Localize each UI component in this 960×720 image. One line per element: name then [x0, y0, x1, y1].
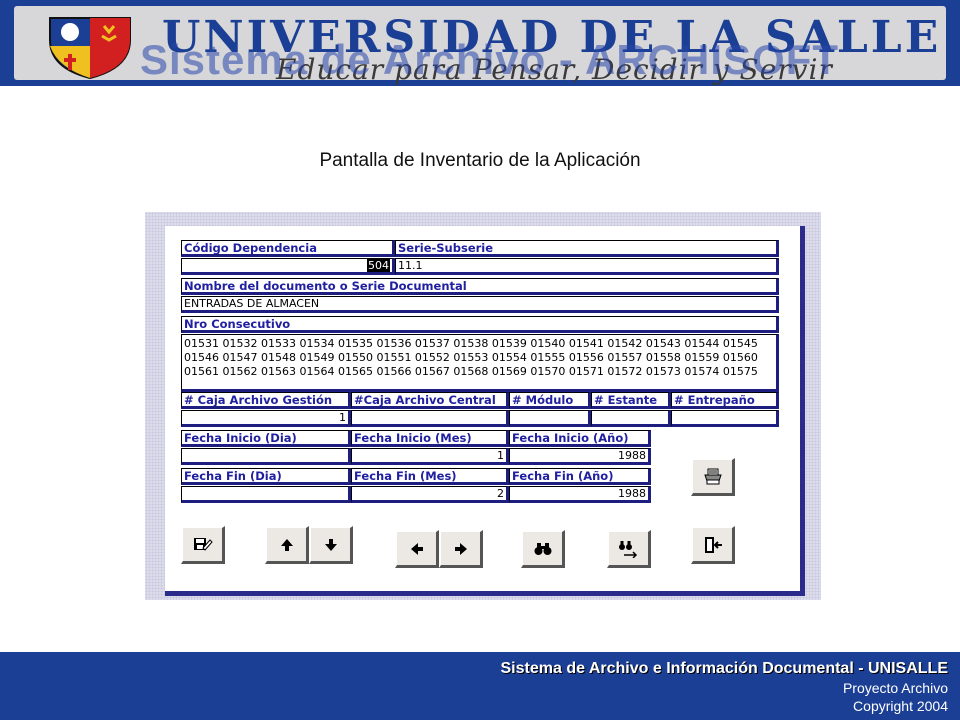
footer-project: Proyecto Archivo [842, 680, 948, 696]
fecha-inicio-ano-label: Fecha Inicio (Año) [509, 430, 651, 447]
fecha-fin-mes-field[interactable]: 2 [351, 486, 509, 503]
exit-button[interactable] [691, 526, 735, 564]
fecha-inicio-ano-field[interactable]: 1988 [509, 448, 651, 465]
fecha-fin-ano-label: Fecha Fin (Año) [509, 468, 651, 485]
estante-field[interactable] [591, 410, 671, 427]
arrow-down-icon [324, 538, 337, 551]
arrow-up-icon [280, 538, 293, 551]
caja-central-label: #Caja Archivo Central [351, 392, 509, 409]
footer-copyright: Copyright 2004 [853, 698, 948, 714]
modulo-field[interactable] [509, 410, 591, 427]
fecha-inicio-dia-field[interactable] [181, 448, 351, 465]
caja-central-field[interactable] [351, 410, 509, 427]
inventory-screen: Código Dependencia Serie-Subserie 504 11… [145, 212, 821, 600]
binoculars-next-icon [618, 540, 637, 558]
consecutivo-line: 01546 01547 01548 01549 01550 01551 0155… [184, 351, 758, 364]
inventory-form: Código Dependencia Serie-Subserie 504 11… [165, 226, 805, 596]
find-button[interactable] [521, 530, 565, 568]
caja-gestion-field[interactable]: 1 [181, 410, 351, 427]
nro-consecutivo-label: Nro Consecutivo [181, 316, 779, 333]
page-title: Pantalla de Inventario de la Aplicación [319, 150, 641, 171]
estante-label: # Estante [591, 392, 671, 409]
next-record-button[interactable] [309, 526, 353, 564]
last-record-button[interactable] [439, 530, 483, 568]
arrow-left-icon [410, 542, 423, 555]
fecha-inicio-mes-field[interactable]: 1 [351, 448, 509, 465]
fecha-inicio-dia-label: Fecha Inicio (Dia) [181, 430, 351, 447]
university-shield-icon [49, 17, 131, 80]
serie-subserie-label: Serie-Subserie [395, 240, 779, 257]
caja-gestion-label: # Caja Archivo Gestión [181, 392, 351, 409]
nombre-documento-field[interactable]: ENTRADAS DE ALMACEN [181, 296, 779, 313]
consecutivo-line: 01561 01562 01563 01564 01565 01566 0156… [184, 365, 758, 378]
footer-title: Sistema de Archivo e Información Documen… [500, 660, 949, 677]
nombre-documento-label: Nombre del documento o Serie Documental [181, 278, 779, 295]
serie-subserie-field[interactable]: 11.1 [395, 258, 779, 275]
save-edit-button[interactable] [181, 526, 225, 564]
fecha-inicio-mes-label: Fecha Inicio (Mes) [351, 430, 509, 447]
system-title: Sistema de Archivo - ARCHISOFT [140, 36, 840, 83]
fecha-fin-dia-label: Fecha Fin (Dia) [181, 468, 351, 485]
codigo-dependencia-label: Código Dependencia [181, 240, 395, 257]
header-banner: UNIVERSIDAD DE LA SALLE Educar para Pens… [0, 0, 960, 86]
consecutivo-line: 01531 01532 01533 01534 01535 01536 0153… [184, 337, 758, 350]
find-next-button[interactable] [607, 530, 651, 568]
nro-consecutivo-field[interactable]: 01531 01532 01533 01534 01535 01536 0153… [181, 334, 779, 392]
exit-door-icon [704, 536, 722, 553]
entrepano-field[interactable] [671, 410, 779, 427]
footer: Sistema de Archivo e Información Documen… [0, 652, 960, 720]
disk-pencil-icon [193, 537, 213, 551]
fecha-fin-ano-field[interactable]: 1988 [509, 486, 651, 503]
print-button[interactable] [691, 458, 735, 496]
printer-icon [703, 468, 722, 484]
fecha-fin-mes-label: Fecha Fin (Mes) [351, 468, 509, 485]
codigo-dependencia-field[interactable]: 504 [181, 258, 395, 275]
entrepano-label: # Entrepaño [671, 392, 779, 409]
modulo-label: # Módulo [509, 392, 591, 409]
fecha-fin-dia-field[interactable] [181, 486, 351, 503]
first-record-button[interactable] [395, 530, 439, 568]
arrow-right-icon [454, 542, 467, 555]
binoculars-icon [534, 542, 551, 555]
previous-record-button[interactable] [265, 526, 309, 564]
